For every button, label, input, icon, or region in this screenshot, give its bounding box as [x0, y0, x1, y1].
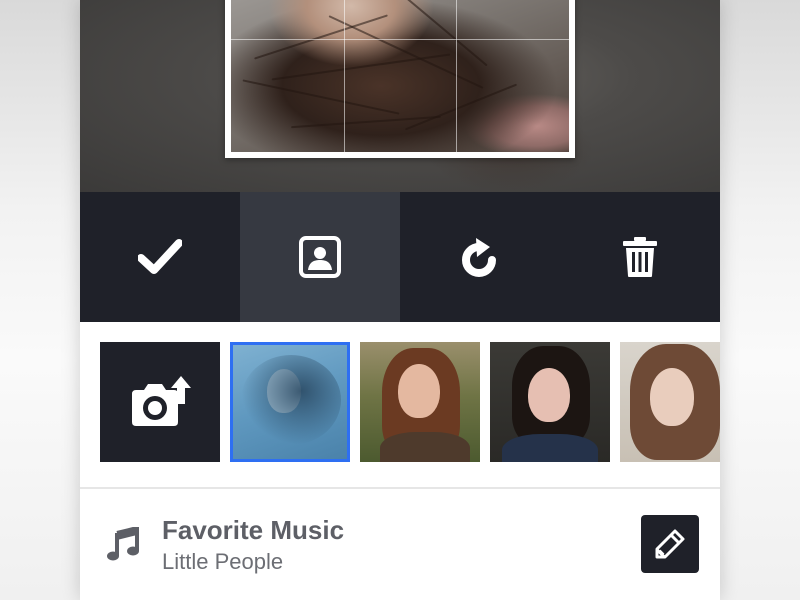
- portrait-button[interactable]: [240, 192, 400, 322]
- rotate-button[interactable]: [400, 192, 560, 322]
- crop-area-image[interactable]: [231, 0, 569, 152]
- edit-music-button[interactable]: [641, 515, 699, 573]
- photo-thumbnail-strip: [80, 322, 720, 488]
- crop-grid-line: [344, 0, 345, 152]
- music-artist: Little People: [162, 549, 284, 574]
- phone-screen: Favorite Music Little People: [80, 0, 720, 600]
- thumbnail-portrait: [398, 364, 440, 418]
- favorite-music-row: Favorite Music Little People: [80, 489, 720, 600]
- trash-icon: [623, 237, 657, 277]
- crop-frame[interactable]: [225, 0, 575, 158]
- crop-grid-line: [456, 0, 457, 152]
- confirm-button[interactable]: [80, 192, 240, 322]
- photo-preview: [80, 0, 720, 192]
- music-title: Favorite Music: [162, 515, 345, 545]
- upload-photo-button[interactable]: [100, 342, 220, 462]
- portrait-frame-icon: [299, 236, 341, 278]
- pencil-icon: [655, 529, 685, 559]
- music-note-icon: [107, 527, 139, 561]
- thumbnail-portrait: [650, 368, 694, 426]
- photo-thumbnail-selected[interactable]: [230, 342, 350, 462]
- delete-button[interactable]: [560, 192, 720, 322]
- rotate-icon: [462, 238, 496, 277]
- crop-grid-line: [231, 39, 569, 40]
- edit-toolbar: [80, 192, 720, 322]
- photo-thumbnail[interactable]: [360, 342, 480, 462]
- photo-thumbnail[interactable]: [490, 342, 610, 462]
- camera-upload-icon: [132, 376, 191, 426]
- thumbnail-portrait: [528, 368, 570, 422]
- checkmark-icon: [138, 239, 182, 274]
- photo-thumbnail[interactable]: [620, 342, 720, 462]
